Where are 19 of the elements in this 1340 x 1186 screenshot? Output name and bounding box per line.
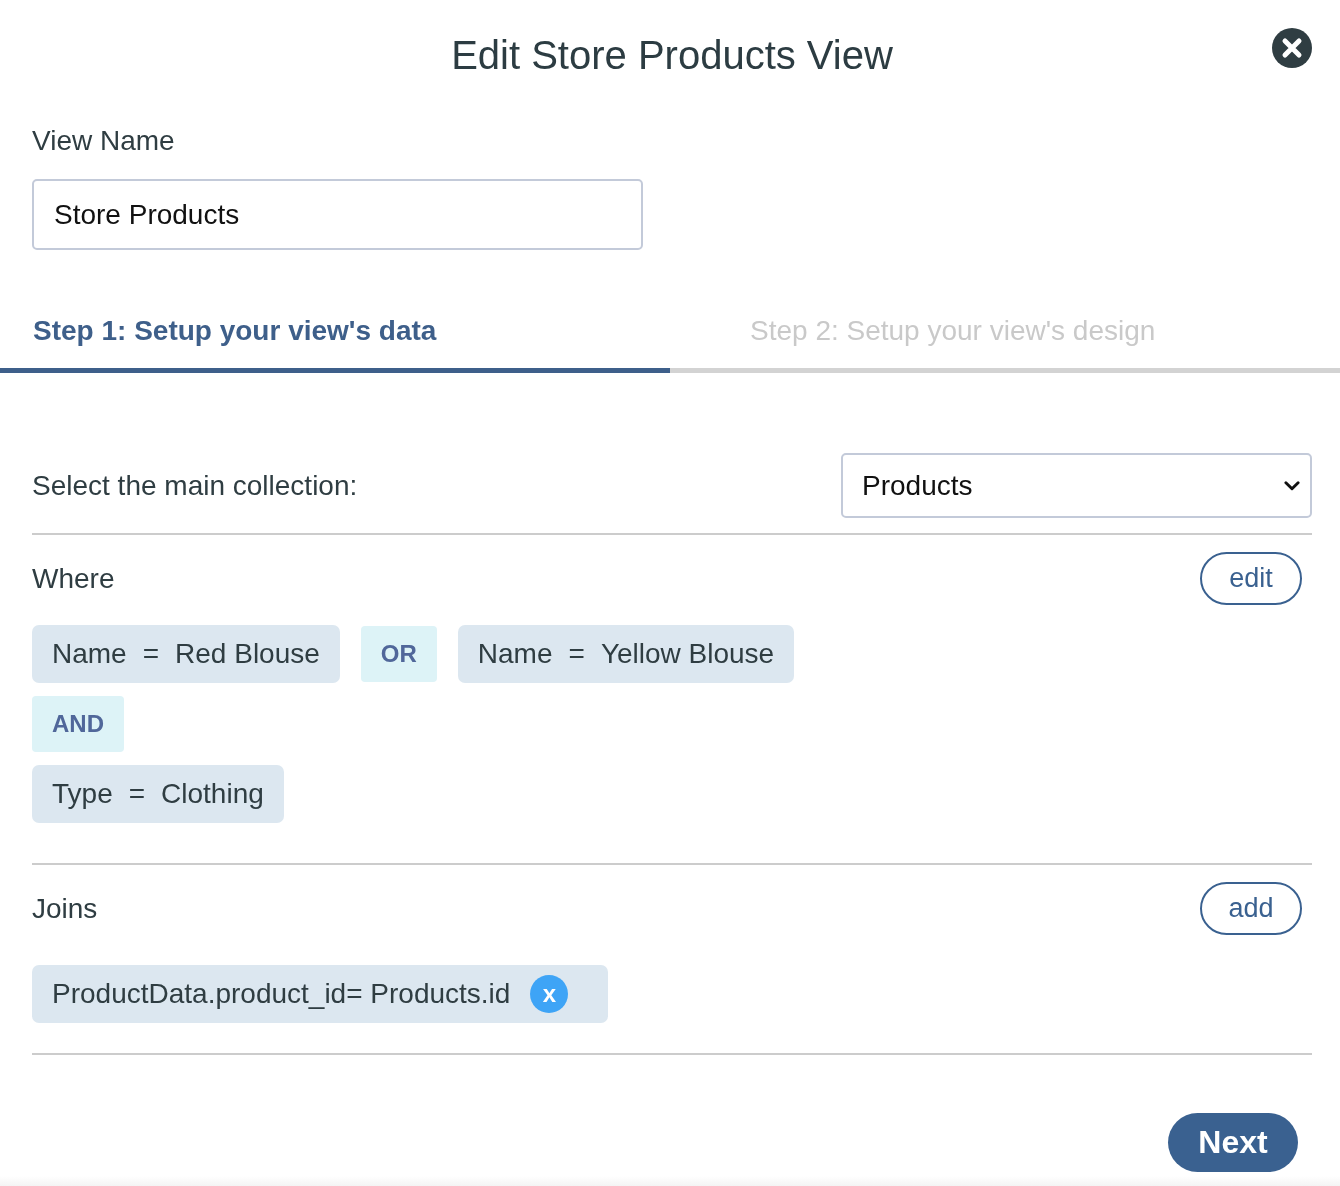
collection-select[interactable]: Products — [841, 453, 1312, 518]
condition-chip: Name = Yellow Blouse — [457, 625, 795, 683]
close-icon[interactable] — [1272, 28, 1312, 68]
where-heading: Where — [32, 561, 115, 596]
collection-label: Select the main collection: — [32, 468, 358, 503]
view-name-field[interactable]: Store Products — [32, 179, 643, 250]
condition-chip: Name = Red Blouse — [32, 625, 340, 683]
joins-heading: Joins — [32, 891, 98, 926]
step-tab[interactable]: Step 1: Setup your view's data — [0, 314, 670, 373]
edit-button[interactable]: edit — [1200, 552, 1302, 605]
chevron-icon — [1284, 480, 1300, 491]
join-condition: ProductData.product_id= Products.id — [52, 978, 511, 1010]
next-button[interactable]: Next — [1168, 1113, 1298, 1172]
logic-operator-chip: OR — [360, 626, 437, 682]
logic-operator-chip: AND — [32, 696, 124, 752]
condition-chip: Type = Clothing — [32, 765, 284, 823]
add-button[interactable]: add — [1200, 882, 1302, 935]
view-name-label: View Name — [32, 124, 175, 158]
dialog-title: Edit Store Products View — [451, 32, 893, 79]
